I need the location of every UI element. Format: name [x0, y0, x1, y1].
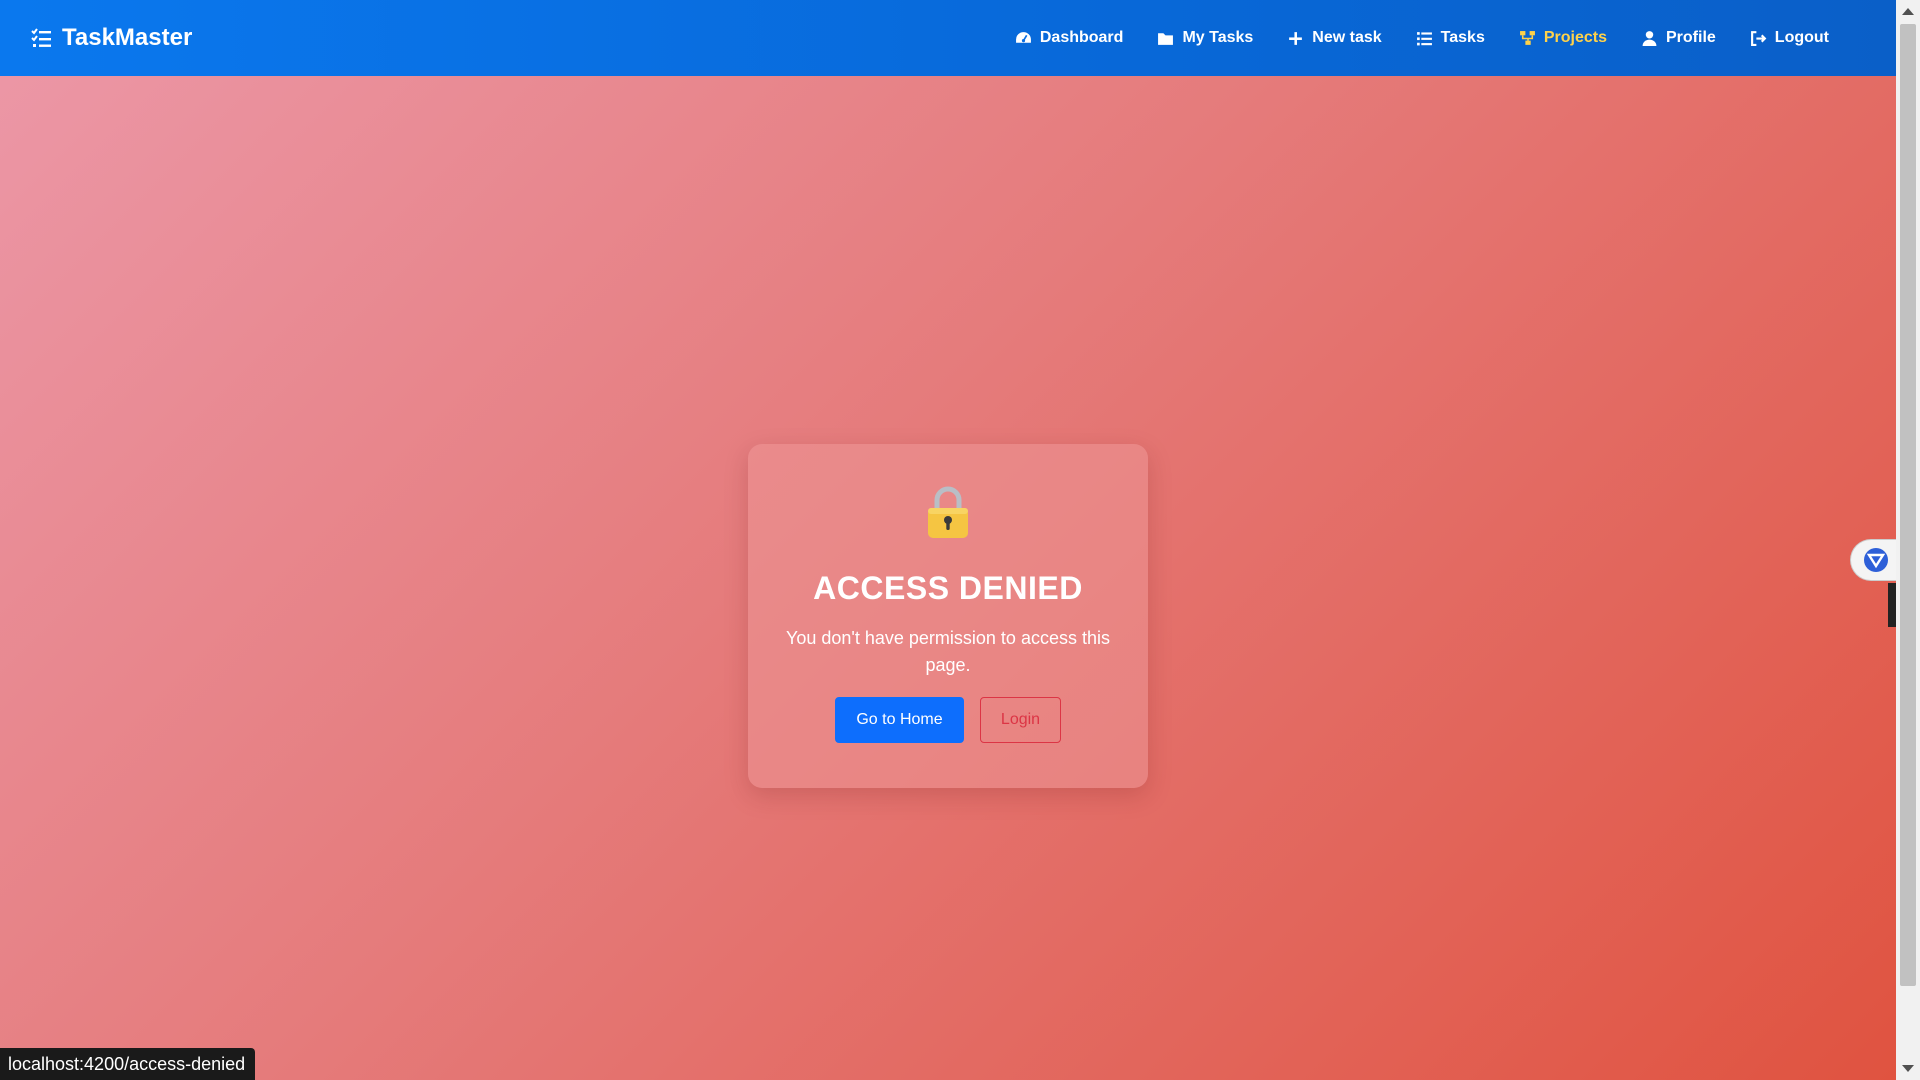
gauge-icon [1015, 31, 1031, 43]
sitemap-icon [1519, 30, 1535, 45]
page-background: TaskMaster Dashboard My Tasks New task T… [0, 0, 1896, 1080]
card-message: You don't have permission to access this… [786, 628, 1110, 675]
nav-item-tasks[interactable]: Tasks [1399, 0, 1502, 76]
login-button[interactable]: Login [980, 697, 1061, 743]
card-title: ACCESS DENIED [813, 570, 1083, 606]
nav-item-new-task[interactable]: New task [1270, 0, 1398, 76]
brand-name: TaskMaster [62, 24, 193, 51]
nav-item-dashboard[interactable]: Dashboard [998, 0, 1141, 76]
nav-item-label: Tasks [1440, 29, 1485, 46]
logout-icon [1750, 30, 1767, 46]
nav-item-label: New task [1312, 29, 1382, 46]
nav-item-logout[interactable]: Logout [1733, 0, 1846, 76]
nav-item-label: Profile [1666, 29, 1716, 46]
lock-icon [928, 486, 968, 538]
brand-link[interactable]: TaskMaster [30, 24, 192, 52]
vertical-scrollbar[interactable] [1896, 0, 1920, 1080]
extension-floating-button[interactable] [1850, 539, 1896, 581]
status-bar-url: localhost:4200/access-denied [0, 1048, 256, 1080]
scroll-up-arrow-icon[interactable] [1902, 8, 1914, 15]
navbar: TaskMaster Dashboard My Tasks New task T… [0, 0, 1896, 76]
nav-item-label: Dashboard [1039, 29, 1124, 46]
nav-item-profile[interactable]: Profile [1624, 0, 1733, 76]
nav-item-label: Projects [1543, 29, 1607, 46]
nav-links: Dashboard My Tasks New task Tasks Projec… [998, 0, 1846, 76]
card-actions: Go to Home Login [748, 697, 1148, 743]
folder-icon [1158, 32, 1174, 45]
go-home-button[interactable]: Go to Home [835, 697, 964, 743]
scroll-down-arrow-icon[interactable] [1902, 1065, 1914, 1072]
access-denied-card: ACCESS DENIED You don't have permission … [748, 444, 1148, 788]
scroll-thumb[interactable] [1900, 24, 1916, 986]
plus-icon [1289, 31, 1303, 45]
list-icon [1416, 31, 1432, 45]
nav-item-label: My Tasks [1182, 29, 1254, 46]
extension-logo-icon [1863, 548, 1888, 572]
extension-side-tab[interactable] [1888, 583, 1896, 627]
user-icon [1642, 30, 1657, 46]
nav-item-label: Logout [1774, 29, 1829, 46]
nav-item-projects[interactable]: Projects [1502, 0, 1624, 76]
nav-item-my-tasks[interactable]: My Tasks [1140, 0, 1270, 76]
tasks-list-icon [31, 28, 51, 47]
